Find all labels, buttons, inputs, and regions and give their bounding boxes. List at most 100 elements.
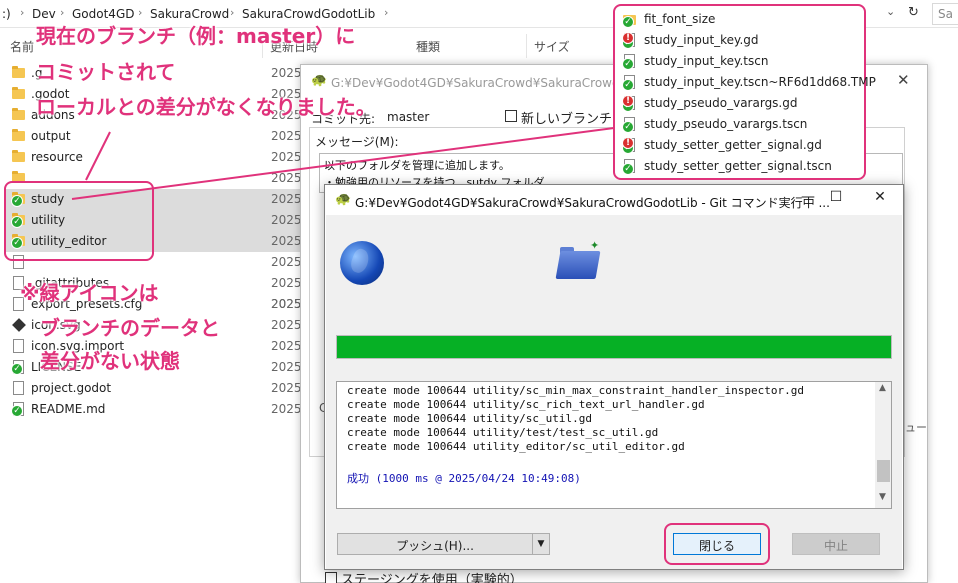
file-icon (13, 339, 24, 353)
log-line: create mode 100644 utility/sc_rich_text_… (347, 398, 705, 411)
commit-branch: master (387, 110, 430, 124)
progress-body: ✦ create mode 100644 utility/sc_min_max_… (326, 215, 902, 569)
progress-titlebar[interactable]: 🐢 G:¥Dev¥Godot4GD¥SakuraCrowd¥SakuraCrow… (325, 185, 903, 215)
file-name: resource (31, 150, 83, 164)
annotation-callout-text: コミットされて (36, 60, 176, 84)
breadcrumb-item[interactable]: Godot4GD (72, 7, 134, 21)
new-branch-checkbox[interactable] (505, 110, 517, 122)
file-name: project.godot (31, 381, 112, 395)
file-row[interactable]: project.godot 2025 (4, 378, 324, 399)
commit-option-fragment: ュー (905, 421, 927, 434)
close-icon[interactable]: ✕ (865, 189, 895, 211)
progress-bar (336, 335, 892, 359)
search-input[interactable]: Sa (932, 3, 958, 25)
scroll-up-icon[interactable]: ▲ (879, 383, 886, 393)
file-row[interactable]: output 2025 (4, 126, 324, 147)
column-divider[interactable] (526, 34, 527, 58)
file-date: 2025 (271, 213, 302, 227)
minimize-icon[interactable]: — (793, 189, 823, 211)
file-date: 2025 (271, 192, 302, 206)
folder-icon (12, 66, 25, 78)
file-date: 2025 (271, 360, 302, 374)
progress-title: G:¥Dev¥Godot4GD¥SakuraCrowd¥SakuraCrowdG… (355, 196, 830, 210)
file-name: output (31, 129, 71, 143)
staging-checkbox[interactable] (325, 572, 337, 583)
progress-fill (337, 336, 891, 358)
file-name: README.md (31, 402, 106, 416)
list-item-name: study_input_key.tscn~RF6d1dd68.TMP (644, 75, 876, 89)
list-item-name: study_pseudo_varargs.gd (644, 96, 798, 110)
folder-icon (12, 87, 25, 99)
list-item-name: study_setter_getter_signal.tscn (644, 159, 832, 173)
git-clean-check-icon: ✓ (622, 79, 634, 91)
file-date: 2025 (271, 66, 302, 80)
folder-icon (12, 129, 25, 141)
annotation-highlight (4, 181, 154, 261)
scroll-down-icon[interactable]: ▼ (879, 492, 886, 502)
annotation-highlight (664, 523, 770, 565)
file-date: 2025 (271, 318, 302, 332)
file-date: 2025 (271, 129, 302, 143)
file-row[interactable]: ✓ README.md 2025 (4, 399, 324, 420)
abort-button: 中止 (792, 533, 880, 555)
breadcrumb-separator-icon: › (20, 6, 25, 19)
breadcrumb-item[interactable]: :) (2, 7, 11, 21)
file-date: 2025 (271, 297, 302, 311)
annotation-note-text: 差分がない状態 (40, 349, 180, 373)
breadcrumb-item[interactable]: Dev (32, 7, 56, 21)
file-date: 2025 (271, 402, 302, 416)
file-date: 2025 (271, 276, 302, 290)
column-header-size[interactable]: サイズ (534, 38, 570, 55)
list-item[interactable]: ✓ study_setter_getter_signal.tscn (622, 156, 863, 177)
list-item[interactable]: ✓!study_pseudo_varargs.gd (622, 93, 863, 114)
annotation-callout-text: 現在のブランチ（例：master）に (36, 24, 356, 48)
breadcrumb-separator-icon: › (230, 6, 235, 19)
folder-icon (12, 150, 25, 162)
log-scrollbar[interactable]: ▲ ▼ (875, 382, 891, 508)
new-branch-label[interactable]: 新しいブランチ (521, 108, 612, 127)
git-output-log[interactable]: create mode 100644 utility/sc_min_max_co… (336, 381, 892, 509)
breadcrumb-item[interactable]: SakuraCrowdGodotLib (242, 7, 375, 21)
log-line: create mode 100644 utility/sc_util.gd (347, 412, 593, 425)
file-date: 2025 (271, 339, 302, 353)
list-item-name: study_setter_getter_signal.gd (644, 138, 822, 152)
git-modified-icon: ! (622, 95, 634, 107)
folder-icon: ✦ (555, 239, 601, 279)
staging-label[interactable]: ステージングを使用（実験的） (341, 569, 523, 583)
annotation-callout-text: ローカルとの差分がなくなりました。 (36, 95, 376, 119)
tortoisegit-icon: 🐢 (335, 192, 352, 207)
close-icon[interactable]: ✕ (897, 71, 910, 89)
list-item[interactable]: ✓ study_input_key.tscn~RF6d1dd68.TMP (622, 72, 876, 93)
refresh-icon[interactable]: ↻ (908, 5, 919, 20)
list-item[interactable]: ✓ study_input_key.tscn (622, 51, 863, 72)
log-line: create mode 100644 utility_editor/sc_uti… (347, 440, 685, 453)
git-modified-icon: ! (622, 32, 634, 44)
git-modified-icon: ! (622, 137, 634, 149)
godot-icon (12, 318, 26, 332)
globe-icon (340, 241, 384, 285)
annotation-note-text: ブランチのデータと (40, 316, 220, 340)
file-row[interactable]: resource 2025 (4, 147, 324, 168)
maximize-icon[interactable]: ☐ (821, 189, 851, 211)
list-item-name: study_input_key.tscn (644, 54, 769, 68)
chevron-down-icon[interactable]: ▼ (532, 533, 550, 555)
list-item[interactable]: ✓!study_input_key.gd (622, 30, 863, 51)
file-date: 2025 (271, 234, 302, 248)
list-item[interactable]: ✓ study_pseudo_varargs.tscn (622, 114, 863, 135)
git-clean-check-icon: ✓ (622, 121, 634, 133)
log-line: create mode 100644 utility/test/test_sc_… (347, 426, 659, 439)
annotation-file-list: ✓ fit_font_size ✓! study_input_key.gd ✓ stu… (613, 4, 876, 180)
column-header-name[interactable]: 名前 (10, 38, 34, 55)
log-line: create mode 100644 utility/sc_min_max_co… (347, 384, 804, 397)
list-item[interactable]: ✓!study_setter_getter_signal.gd (622, 135, 863, 156)
scroll-thumb[interactable] (877, 460, 890, 482)
git-progress-dialog: 🐢 G:¥Dev¥Godot4GD¥SakuraCrowd¥SakuraCrow… (324, 184, 904, 570)
file-date: 2025 (271, 381, 302, 395)
column-header-type[interactable]: 種類 (416, 38, 440, 55)
push-button[interactable]: プッシュ(H)... (337, 533, 533, 555)
breadcrumb-item[interactable]: SakuraCrowd (150, 7, 229, 21)
list-item[interactable]: ✓ fit_font_size (622, 9, 863, 30)
chevron-down-icon[interactable]: ⌄ (886, 5, 895, 18)
file-date: 2025 (271, 150, 302, 164)
message-label: メッセージ(M): (313, 133, 401, 150)
